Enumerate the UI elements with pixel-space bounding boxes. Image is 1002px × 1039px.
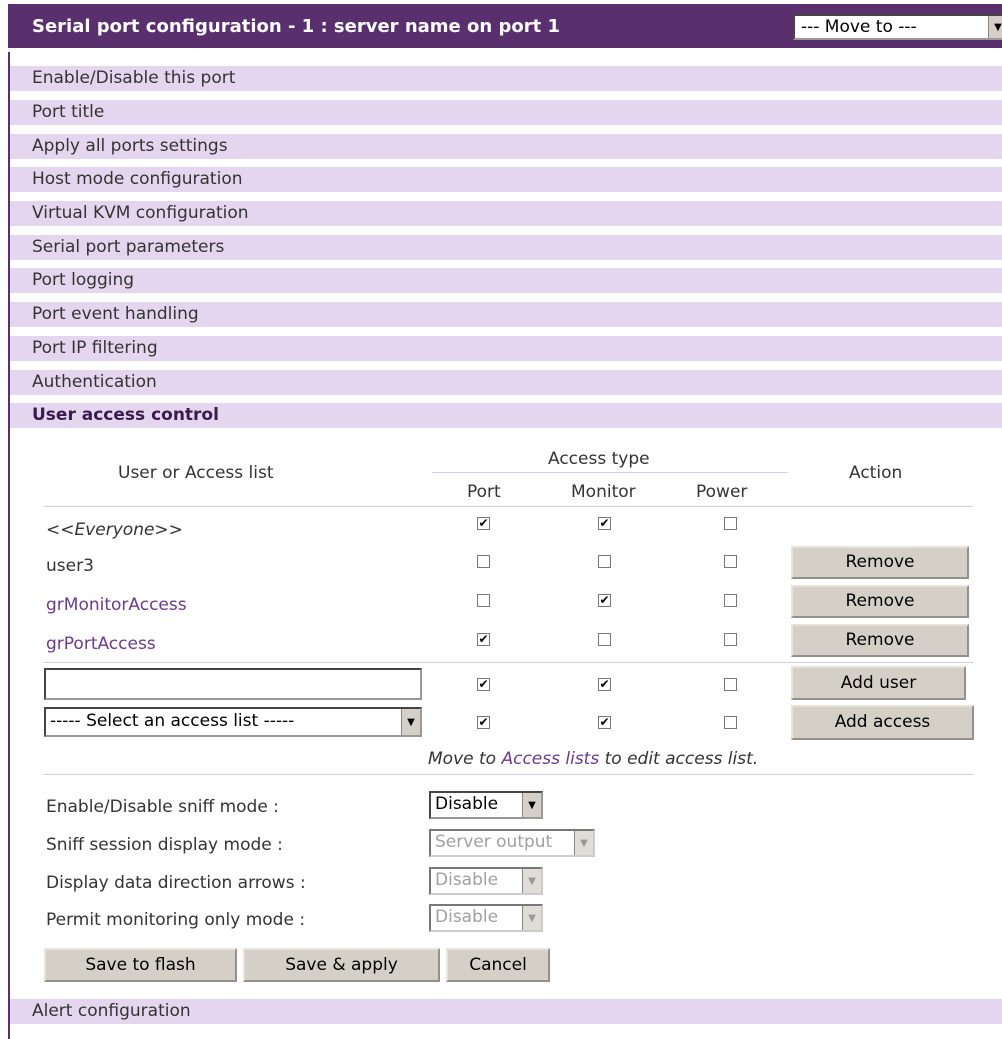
page-header: Serial port configuration - 1 : server n… <box>8 4 1002 48</box>
chevron-down-icon[interactable]: ▼ <box>574 831 593 855</box>
access-list-select-value: ----- Select an access list ----- <box>50 711 295 731</box>
section-apply-all-ports[interactable]: Apply all ports settings <box>10 134 1002 159</box>
section-user-access-control[interactable]: User access control <box>10 403 1002 428</box>
sniff-display-label: Sniff session display mode : <box>46 835 283 855</box>
col-header-access-type: Access type <box>548 449 650 469</box>
sniff-display-select[interactable]: Server output ▼ <box>429 829 595 857</box>
chevron-down-icon[interactable]: ▼ <box>522 906 541 930</box>
access-list-select[interactable]: ----- Select an access list ----- ▼ <box>44 707 422 737</box>
page-title: Serial port configuration - 1 : server n… <box>32 16 560 37</box>
divider <box>432 472 788 473</box>
power-checkbox[interactable] <box>724 594 737 607</box>
add-user-power-checkbox[interactable] <box>724 678 737 691</box>
port-checkbox[interactable]: ✔ <box>477 633 490 646</box>
move-to-value: --- Move to --- <box>801 17 917 37</box>
monitor-only-label: Permit monitoring only mode : <box>46 910 306 930</box>
add-user-monitor-checkbox[interactable]: ✔ <box>598 678 611 691</box>
arrows-select[interactable]: Disable ▼ <box>429 867 543 895</box>
divider <box>44 774 973 775</box>
remove-button[interactable]: Remove <box>791 546 969 579</box>
section-virtual-kvm[interactable]: Virtual KVM configuration <box>10 201 1002 226</box>
port-checkbox[interactable] <box>477 594 490 607</box>
arrows-label: Display data direction arrows : <box>46 873 306 893</box>
power-checkbox[interactable] <box>724 555 737 568</box>
port-checkbox[interactable]: ✔ <box>477 517 490 530</box>
access-list-link[interactable]: grMonitorAccess <box>46 595 187 615</box>
remove-button[interactable]: Remove <box>791 624 969 657</box>
section-alert-configuration[interactable]: Alert configuration <box>10 999 1002 1024</box>
monitor-checkbox[interactable] <box>598 633 611 646</box>
monitor-checkbox[interactable] <box>598 555 611 568</box>
col-header-power: Power <box>696 482 748 502</box>
monitor-checkbox[interactable]: ✔ <box>598 594 611 607</box>
divider <box>44 662 973 663</box>
remove-button[interactable]: Remove <box>791 585 969 618</box>
save-to-flash-button[interactable]: Save to flash <box>44 948 237 982</box>
col-header-user: User or Access list <box>118 463 274 483</box>
table-row-name: <<Everyone>> <box>46 520 183 540</box>
chevron-down-icon[interactable]: ▼ <box>401 709 420 735</box>
chevron-down-icon[interactable]: ▼ <box>522 869 541 893</box>
section-port-logging[interactable]: Port logging <box>10 268 1002 293</box>
add-user-port-checkbox[interactable]: ✔ <box>477 678 490 691</box>
col-header-action: Action <box>849 463 903 483</box>
add-user-input[interactable] <box>44 668 422 700</box>
chevron-down-icon[interactable]: ▼ <box>988 16 1002 38</box>
section-enable-port[interactable]: Enable/Disable this port <box>10 66 1002 91</box>
add-access-button[interactable]: Add access <box>791 705 974 740</box>
save-and-apply-button[interactable]: Save & apply <box>243 948 440 982</box>
power-checkbox[interactable] <box>724 517 737 530</box>
cancel-button[interactable]: Cancel <box>446 948 550 982</box>
table-row-name: user3 <box>46 556 94 576</box>
chevron-down-icon[interactable]: ▼ <box>522 793 541 817</box>
add-access-port-checkbox[interactable]: ✔ <box>477 716 490 729</box>
section-host-mode[interactable]: Host mode configuration <box>10 167 1002 192</box>
monitor-checkbox[interactable]: ✔ <box>598 517 611 530</box>
col-header-port: Port <box>467 482 501 502</box>
section-authentication[interactable]: Authentication <box>10 370 1002 395</box>
move-to-select[interactable]: --- Move to --- ▼ <box>793 14 1002 40</box>
monitor-only-select[interactable]: Disable ▼ <box>429 904 543 932</box>
add-access-power-checkbox[interactable] <box>724 716 737 729</box>
divider <box>44 506 973 507</box>
sniff-mode-select[interactable]: Disable ▼ <box>429 791 543 819</box>
section-serial-params[interactable]: Serial port parameters <box>10 235 1002 260</box>
add-access-monitor-checkbox[interactable]: ✔ <box>598 716 611 729</box>
access-list-note: Move to Access lists to edit access list… <box>428 749 759 769</box>
col-header-monitor: Monitor <box>571 482 636 502</box>
sniff-mode-label: Enable/Disable sniff mode : <box>46 797 279 817</box>
power-checkbox[interactable] <box>724 633 737 646</box>
add-user-button[interactable]: Add user <box>791 666 966 700</box>
access-lists-link[interactable]: Access lists <box>501 749 599 769</box>
section-ip-filtering[interactable]: Port IP filtering <box>10 336 1002 361</box>
port-checkbox[interactable] <box>477 555 490 568</box>
access-list-link[interactable]: grPortAccess <box>46 634 156 654</box>
section-port-event[interactable]: Port event handling <box>10 302 1002 327</box>
section-port-title[interactable]: Port title <box>10 100 1002 125</box>
